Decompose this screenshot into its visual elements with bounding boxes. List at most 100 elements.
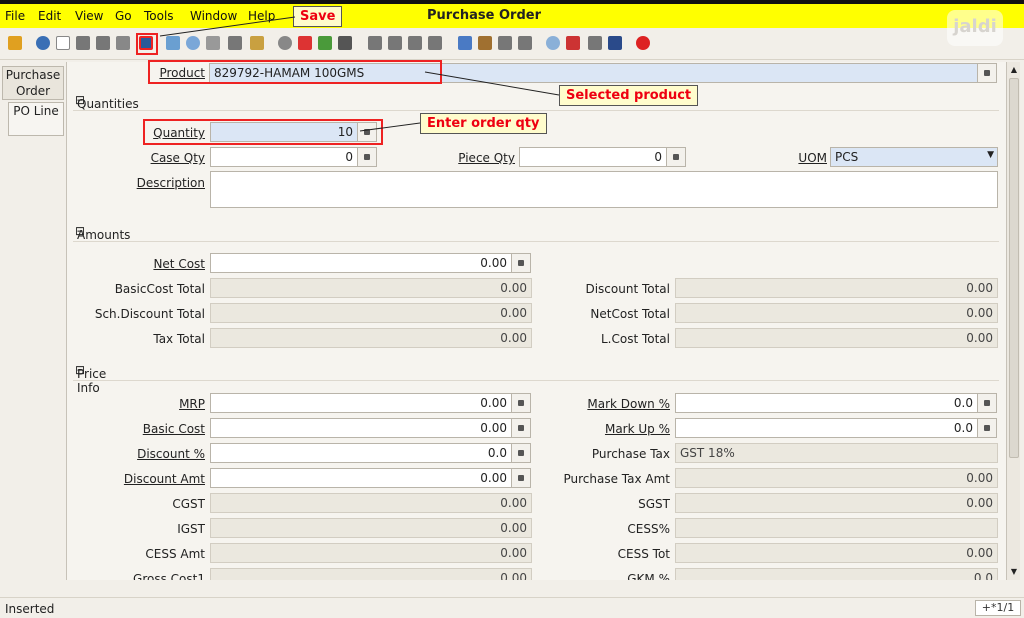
cess-pct-label: CESS% — [627, 522, 670, 536]
attachment-icon[interactable] — [206, 36, 220, 50]
help-icon[interactable] — [36, 36, 50, 50]
request-icon[interactable] — [588, 36, 602, 50]
net-cost-total-label: NetCost Total — [590, 307, 670, 321]
parent-record-icon[interactable] — [318, 36, 332, 50]
menu-window[interactable]: Window — [190, 9, 237, 23]
history-icon[interactable] — [278, 36, 292, 50]
section-amounts[interactable]: ⊟ Amounts — [73, 220, 999, 242]
previous-record-icon[interactable] — [388, 36, 402, 50]
undo-icon[interactable] — [8, 36, 22, 50]
chevron-down-icon: ▼ — [987, 150, 994, 160]
basic-cost-total-label: BasicCost Total — [114, 282, 205, 296]
l-cost-total-label: L.Cost Total — [600, 332, 670, 346]
menu-view[interactable]: View — [75, 9, 103, 23]
gross-cost1-field: 0.00 — [210, 568, 532, 580]
new-record-icon[interactable] — [56, 36, 70, 50]
copy-record-icon[interactable] — [76, 36, 90, 50]
cess-amt-field: 0.00 — [210, 543, 532, 563]
sch-discount-total-field: 0.00 — [210, 303, 532, 323]
product-info-icon[interactable] — [608, 36, 622, 50]
discount-amt-field[interactable]: 0.00 — [210, 468, 512, 488]
section-price-info[interactable]: ⊟ Price Info — [73, 359, 999, 395]
status-message: Inserted — [5, 602, 55, 616]
next-record-icon[interactable] — [408, 36, 422, 50]
purchase-tax-amt-label: Purchase Tax Amt — [563, 472, 670, 486]
discount-pct-field[interactable]: 0.0 — [210, 443, 512, 463]
tab-po-line[interactable]: PO Line — [8, 102, 64, 136]
cgst-field: 0.00 — [210, 493, 532, 513]
record-indicator[interactable]: +*1/1 — [975, 600, 1021, 616]
zoom-across-icon[interactable] — [546, 36, 560, 50]
cess-tot-field: 0.00 — [675, 543, 998, 563]
gross-cost1-label: Gross Cost1 — [133, 572, 205, 580]
close-window-icon[interactable] — [636, 36, 650, 50]
uom-select[interactable]: PCS ▼ — [830, 147, 998, 167]
net-cost-label: Net Cost — [153, 257, 205, 271]
refresh-icon[interactable] — [166, 36, 180, 50]
basic-cost-field[interactable]: 0.00 — [210, 418, 512, 438]
piece-qty-label: Piece Qty — [458, 151, 515, 165]
workflow-icon[interactable] — [566, 36, 580, 50]
menu-edit[interactable]: Edit — [38, 9, 61, 23]
scroll-down-icon[interactable]: ▼ — [1008, 566, 1020, 578]
basic-cost-calculator-button[interactable] — [511, 418, 531, 438]
case-qty-field[interactable]: 0 — [210, 147, 358, 167]
mark-up-field[interactable]: 0.0 — [675, 418, 978, 438]
detail-record-icon[interactable] — [338, 36, 352, 50]
menu-go[interactable]: Go — [115, 9, 132, 23]
case-qty-label: Case Qty — [150, 151, 205, 165]
print-preview-icon[interactable] — [498, 36, 512, 50]
menu-help[interactable]: Help — [248, 9, 275, 23]
scroll-up-icon[interactable]: ▲ — [1008, 64, 1020, 76]
quantity-highlight-box — [143, 119, 383, 145]
tax-total-field: 0.00 — [210, 328, 532, 348]
discount-amt-label: Discount Amt — [123, 472, 205, 486]
discount-pct-calculator-button[interactable] — [511, 443, 531, 463]
mark-up-calculator-button[interactable] — [977, 418, 997, 438]
section-quantities[interactable]: ⊟ Quantities — [73, 89, 999, 111]
sgst-field: 0.00 — [675, 493, 998, 513]
chat-icon[interactable] — [228, 36, 242, 50]
enter-order-qty-callout: Enter order qty — [420, 113, 547, 134]
piece-qty-calculator-button[interactable] — [666, 147, 686, 167]
discount-amt-calculator-button[interactable] — [511, 468, 531, 488]
net-cost-calculator-button[interactable] — [511, 253, 531, 273]
first-record-icon[interactable] — [368, 36, 382, 50]
jaldi-logo: jaldi — [947, 10, 1003, 46]
menu-tools[interactable]: Tools — [144, 9, 174, 23]
vertical-scrollbar[interactable]: ▲ ▼ — [1006, 62, 1020, 580]
selected-product-callout: Selected product — [559, 85, 699, 106]
piece-qty-field[interactable]: 0 — [519, 147, 667, 167]
sgst-label: SGST — [638, 497, 670, 511]
l-cost-total-field: 0.00 — [675, 328, 998, 348]
delete-record-icon[interactable] — [96, 36, 110, 50]
mark-down-calculator-button[interactable] — [977, 393, 997, 413]
mrp-label: MRP — [179, 397, 205, 411]
find-icon[interactable] — [186, 36, 200, 50]
print-icon[interactable] — [518, 36, 532, 50]
scroll-thumb[interactable] — [1009, 78, 1019, 458]
mrp-field[interactable]: 0.00 — [210, 393, 512, 413]
home-icon[interactable] — [298, 36, 312, 50]
net-cost-field[interactable]: 0.00 — [210, 253, 512, 273]
mark-down-label: Mark Down % — [587, 397, 670, 411]
delete-selection-icon[interactable] — [116, 36, 130, 50]
mrp-calculator-button[interactable] — [511, 393, 531, 413]
purchase-tax-field: GST 18% — [675, 443, 998, 463]
product-lookup-button[interactable] — [977, 63, 997, 83]
description-field[interactable] — [210, 171, 998, 208]
uom-label: UOM — [798, 151, 827, 165]
side-tabs: Purchase Order PO Line — [0, 62, 66, 580]
report-icon[interactable] — [458, 36, 472, 50]
mark-down-field[interactable]: 0.0 — [675, 393, 978, 413]
grid-toggle-icon[interactable] — [250, 36, 264, 50]
cess-tot-label: CESS Tot — [617, 547, 670, 561]
menu-file[interactable]: File — [5, 9, 25, 23]
tab-purchase-order[interactable]: Purchase Order — [2, 66, 64, 100]
last-record-icon[interactable] — [428, 36, 442, 50]
status-bar: Inserted +*1/1 — [0, 597, 1024, 618]
igst-label: IGST — [177, 522, 205, 536]
mark-up-label: Mark Up % — [604, 422, 670, 436]
case-qty-calculator-button[interactable] — [357, 147, 377, 167]
archive-icon[interactable] — [478, 36, 492, 50]
